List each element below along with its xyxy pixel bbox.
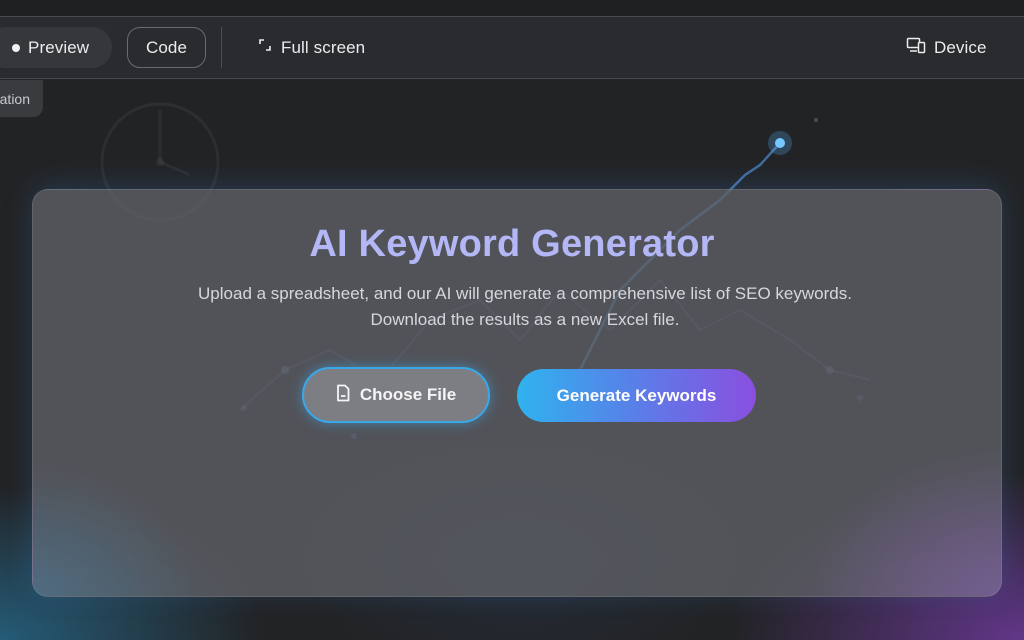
preview-toolbar: Preview Code Full screen Device bbox=[0, 17, 1024, 79]
device-icon bbox=[906, 36, 926, 59]
file-icon bbox=[336, 384, 350, 407]
choose-file-label: Choose File bbox=[359, 385, 457, 404]
code-button[interactable]: Code bbox=[127, 27, 206, 68]
fullscreen-label: Full screen bbox=[281, 37, 366, 57]
preview-label: Preview bbox=[28, 37, 90, 57]
expand-icon bbox=[257, 37, 273, 58]
dot-icon bbox=[12, 43, 20, 52]
code-label: Code bbox=[145, 37, 188, 57]
toolbar-divider bbox=[221, 27, 222, 68]
generate-keywords-label: Generate Keywords bbox=[556, 385, 717, 405]
page-description: Upload a spreadsheet, and our AI will ge… bbox=[198, 284, 852, 329]
preview-button[interactable]: Preview bbox=[0, 27, 112, 68]
generate-keywords-button[interactable]: Generate Keywords bbox=[517, 369, 756, 422]
window-top-strip bbox=[0, 0, 1024, 17]
choose-file-button[interactable]: Choose File bbox=[302, 367, 490, 423]
page-title: AI Keyword Generator bbox=[309, 223, 715, 265]
device-label: Device bbox=[934, 37, 987, 57]
device-button[interactable]: Device bbox=[906, 27, 987, 68]
fullscreen-button[interactable]: Full screen bbox=[257, 27, 365, 68]
